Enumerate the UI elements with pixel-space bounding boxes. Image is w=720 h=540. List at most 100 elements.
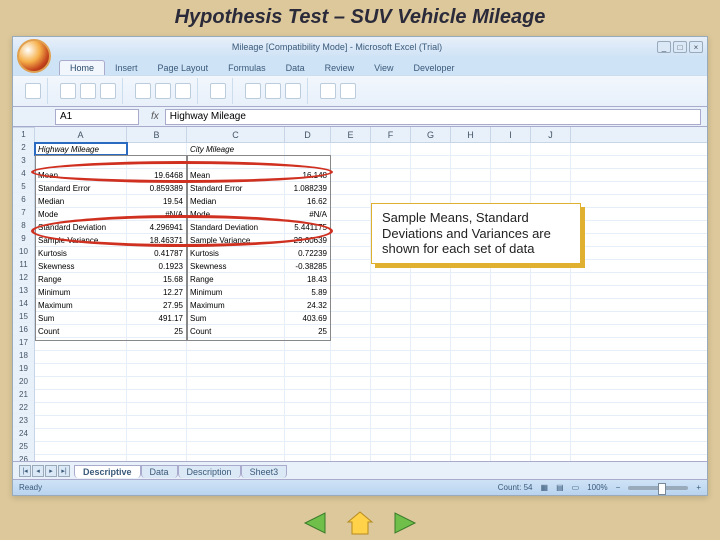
cell-B16[interactable] — [127, 338, 187, 350]
row-header-13[interactable]: 13 — [13, 284, 34, 297]
cell-C9[interactable]: Kurtosis — [187, 247, 285, 259]
align-center-button[interactable] — [155, 83, 171, 99]
cell-I13[interactable] — [491, 299, 531, 311]
cell-G12[interactable] — [411, 286, 451, 298]
cell-C19[interactable] — [187, 377, 285, 389]
col-header-J[interactable]: J — [531, 127, 571, 142]
cell-E4[interactable] — [331, 182, 371, 194]
cell-D7[interactable]: 5.441175 — [285, 221, 331, 233]
formula-input[interactable]: Highway Mileage — [165, 109, 701, 125]
view-normal-button[interactable]: ▦ — [541, 483, 549, 492]
row-header-23[interactable]: 23 — [13, 414, 34, 427]
fx-icon[interactable]: fx — [151, 111, 159, 122]
view-layout-button[interactable]: ▤ — [556, 483, 564, 492]
cell-A10[interactable]: Skewness — [35, 260, 127, 272]
cell-A7[interactable]: Standard Deviation — [35, 221, 127, 233]
cell-C16[interactable] — [187, 338, 285, 350]
row-header-12[interactable]: 12 — [13, 271, 34, 284]
cell-G14[interactable] — [411, 312, 451, 324]
cell-F22[interactable] — [371, 416, 411, 428]
cell-C14[interactable]: Sum — [187, 312, 285, 324]
cell-H18[interactable] — [451, 364, 491, 376]
cell-A4[interactable]: Standard Error — [35, 182, 127, 194]
cell-C2[interactable] — [187, 156, 285, 168]
sheet-tab-description[interactable]: Description — [178, 465, 241, 478]
cell-I12[interactable] — [491, 286, 531, 298]
cell-J19[interactable] — [531, 377, 571, 389]
cell-F1[interactable] — [371, 143, 411, 155]
cell-B11[interactable]: 15.68 — [127, 273, 187, 285]
sheet-last-button[interactable]: ▸| — [58, 465, 70, 477]
row-header-5[interactable]: 5 — [13, 180, 34, 193]
cell-A15[interactable]: Count — [35, 325, 127, 337]
cell-C23[interactable] — [187, 429, 285, 441]
underline-button[interactable] — [100, 83, 116, 99]
cell-H1[interactable] — [451, 143, 491, 155]
cell-C11[interactable]: Range — [187, 273, 285, 285]
cell-J21[interactable] — [531, 403, 571, 415]
cell-D4[interactable]: 1.088239 — [285, 182, 331, 194]
cell-H16[interactable] — [451, 338, 491, 350]
cell-G16[interactable] — [411, 338, 451, 350]
cell-E2[interactable] — [331, 156, 371, 168]
cell-C5[interactable]: Median — [187, 195, 285, 207]
cell-I25[interactable] — [491, 455, 531, 461]
sort-button[interactable] — [320, 83, 336, 99]
cell-A9[interactable]: Kurtosis — [35, 247, 127, 259]
cell-G22[interactable] — [411, 416, 451, 428]
sheet-tab-sheet3[interactable]: Sheet3 — [241, 465, 288, 478]
cell-C4[interactable]: Standard Error — [187, 182, 285, 194]
ribbon-tab-data[interactable]: Data — [276, 61, 315, 75]
cell-B21[interactable] — [127, 403, 187, 415]
row-header-21[interactable]: 21 — [13, 388, 34, 401]
cell-A6[interactable]: Mode — [35, 208, 127, 220]
zoom-slider[interactable] — [628, 486, 688, 490]
cell-B5[interactable]: 19.54 — [127, 195, 187, 207]
cell-F23[interactable] — [371, 429, 411, 441]
cell-E25[interactable] — [331, 455, 371, 461]
cell-J14[interactable] — [531, 312, 571, 324]
cell-H11[interactable] — [451, 273, 491, 285]
ribbon-tab-developer[interactable]: Developer — [403, 61, 464, 75]
row-header-24[interactable]: 24 — [13, 427, 34, 440]
cell-G11[interactable] — [411, 273, 451, 285]
cell-G4[interactable] — [411, 182, 451, 194]
cell-J11[interactable] — [531, 273, 571, 285]
sheet-tab-descriptive[interactable]: Descriptive — [74, 465, 141, 478]
cell-F24[interactable] — [371, 442, 411, 454]
cell-B12[interactable]: 12.27 — [127, 286, 187, 298]
ribbon-tab-page-layout[interactable]: Page Layout — [148, 61, 219, 75]
cell-I11[interactable] — [491, 273, 531, 285]
cell-H15[interactable] — [451, 325, 491, 337]
row-header-9[interactable]: 9 — [13, 232, 34, 245]
cell-A23[interactable] — [35, 429, 127, 441]
align-left-button[interactable] — [135, 83, 151, 99]
cell-C15[interactable]: Count — [187, 325, 285, 337]
cell-B8[interactable]: 18.46371 — [127, 234, 187, 246]
col-header-E[interactable]: E — [331, 127, 371, 142]
cell-I2[interactable] — [491, 156, 531, 168]
cell-C25[interactable] — [187, 455, 285, 461]
cell-C3[interactable]: Mean — [187, 169, 285, 181]
cell-C1[interactable]: City Mileage — [187, 143, 285, 155]
cell-G24[interactable] — [411, 442, 451, 454]
find-button[interactable] — [340, 83, 356, 99]
cell-I14[interactable] — [491, 312, 531, 324]
cell-J3[interactable] — [531, 169, 571, 181]
cell-B2[interactable] — [127, 156, 187, 168]
cell-E7[interactable] — [331, 221, 371, 233]
cell-C21[interactable] — [187, 403, 285, 415]
cell-F12[interactable] — [371, 286, 411, 298]
cell-C6[interactable]: Mode — [187, 208, 285, 220]
cell-A25[interactable] — [35, 455, 127, 461]
cell-B19[interactable] — [127, 377, 187, 389]
cell-E23[interactable] — [331, 429, 371, 441]
cell-D25[interactable] — [285, 455, 331, 461]
cell-G18[interactable] — [411, 364, 451, 376]
cell-B23[interactable] — [127, 429, 187, 441]
cell-A20[interactable] — [35, 390, 127, 402]
cell-G1[interactable] — [411, 143, 451, 155]
cell-H23[interactable] — [451, 429, 491, 441]
cell-I3[interactable] — [491, 169, 531, 181]
cell-E8[interactable] — [331, 234, 371, 246]
